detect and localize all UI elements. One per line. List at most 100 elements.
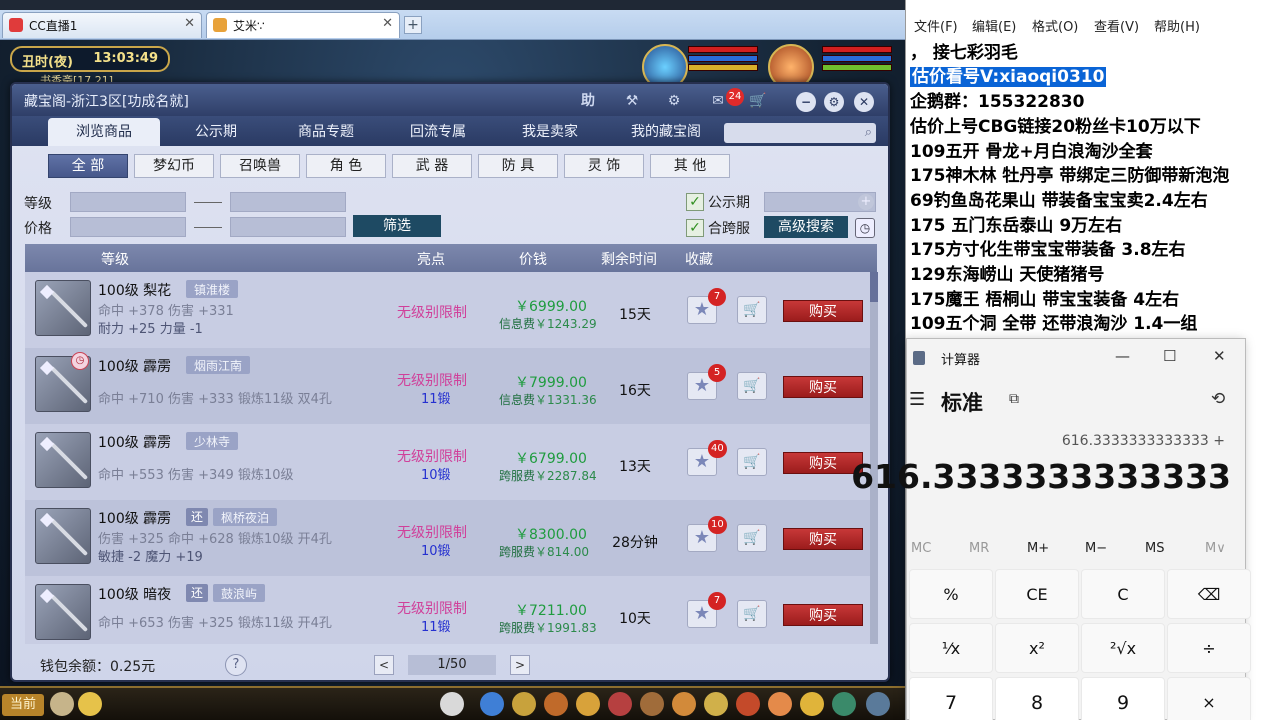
- spear-weapon-icon[interactable]: [35, 432, 91, 488]
- gongshi-checkbox[interactable]: ✓: [686, 193, 704, 211]
- computer-icon[interactable]: [866, 692, 890, 716]
- percent-key[interactable]: %: [909, 569, 993, 619]
- trade-icon[interactable]: [576, 692, 600, 716]
- table-row[interactable]: 100级 霹雳 还 枫桥夜泊 伤害 +325 命中 +628 锻炼10级 开4孔…: [25, 500, 870, 576]
- filter-button[interactable]: 筛选: [353, 215, 441, 237]
- message-icon[interactable]: ✉: [708, 91, 728, 111]
- pet-icon[interactable]: [440, 692, 464, 716]
- browser-tab-cc-live[interactable]: CC直播1 ✕: [2, 12, 202, 38]
- menu-file[interactable]: 文件(F): [914, 16, 958, 35]
- add-icon[interactable]: +: [858, 194, 874, 210]
- keep-on-top-icon[interactable]: ⧉: [1009, 391, 1019, 407]
- clear-entry-key[interactable]: CE: [995, 569, 1079, 619]
- note-line[interactable]: ， 接七彩羽毛: [910, 38, 1018, 63]
- memory-store-button[interactable]: MS: [1145, 541, 1164, 556]
- menu-view[interactable]: 查看(V): [1094, 16, 1139, 35]
- clear-key[interactable]: C: [1081, 569, 1165, 619]
- buy-button[interactable]: 购买: [783, 376, 863, 398]
- memory-add-button[interactable]: M+: [1027, 541, 1049, 556]
- close-tab-icon[interactable]: ✕: [184, 16, 195, 31]
- help-assist-button[interactable]: 助: [578, 91, 598, 111]
- prev-page-button[interactable]: <: [374, 655, 394, 675]
- table-row[interactable]: 100级 霹雳 少林寺 命中 +553 伤害 +349 锻炼10级 无级别限制 …: [25, 424, 870, 500]
- menu-format[interactable]: 格式(O): [1032, 16, 1078, 35]
- attack-icon[interactable]: [480, 692, 504, 716]
- maximize-icon[interactable]: ☐: [1163, 347, 1176, 365]
- hamburger-menu-icon[interactable]: ☰: [909, 389, 925, 410]
- note-line[interactable]: 109五个洞 全带 还带浪淘沙 1.4一组: [910, 309, 1197, 334]
- tab-return[interactable]: 回流专属: [382, 118, 494, 146]
- multiply-key[interactable]: ×: [1167, 677, 1251, 720]
- next-page-button[interactable]: >: [510, 655, 530, 675]
- category-all[interactable]: 全 部: [48, 154, 128, 178]
- buy-button[interactable]: 购买: [783, 528, 863, 550]
- memory-subtract-button[interactable]: M−: [1085, 541, 1107, 556]
- minimize-icon[interactable]: —: [1115, 347, 1130, 365]
- history-icon[interactable]: ⟲: [1211, 389, 1225, 409]
- sqrt-key[interactable]: ²√x: [1081, 623, 1165, 673]
- price-max-input[interactable]: [230, 217, 346, 237]
- menu-edit[interactable]: 编辑(E): [972, 16, 1016, 35]
- tab-my-cbg[interactable]: 我的藏宝阁: [606, 118, 726, 146]
- table-row[interactable]: ◷ 100级 霹雳 烟雨江南 命中 +710 伤害 +333 锻炼11级 双4孔…: [25, 348, 870, 424]
- options-button[interactable]: ⚙: [824, 92, 844, 112]
- browser-tab-aimi[interactable]: 艾米∵ ✕: [206, 12, 400, 38]
- close-tab-icon[interactable]: ✕: [382, 16, 393, 31]
- friend-icon[interactable]: [768, 692, 792, 716]
- add-to-cart-icon[interactable]: 🛒: [737, 524, 767, 552]
- reciprocal-key[interactable]: ¹⁄x: [909, 623, 993, 673]
- close-button[interactable]: ✕: [854, 92, 874, 112]
- category-weapon[interactable]: 武 器: [392, 154, 472, 178]
- add-to-cart-icon[interactable]: 🛒: [737, 296, 767, 324]
- digit-7-key[interactable]: 7: [909, 677, 993, 720]
- add-to-cart-icon[interactable]: 🛒: [737, 600, 767, 628]
- dance-icon[interactable]: [800, 692, 824, 716]
- gang-icon[interactable]: [704, 692, 728, 716]
- memory-recall-button[interactable]: MR: [969, 541, 989, 556]
- category-money[interactable]: 梦幻币: [134, 154, 214, 178]
- note-line[interactable]: 175神木林 牡丹亭 带绑定三防御带新泡泡: [910, 161, 1229, 186]
- price-min-input[interactable]: [70, 217, 186, 237]
- add-to-cart-icon[interactable]: 🛒: [737, 372, 767, 400]
- memory-list-button[interactable]: M∨: [1205, 541, 1226, 556]
- hammer-icon[interactable]: ⚒: [622, 91, 642, 111]
- advanced-search-button[interactable]: 高级搜索: [764, 216, 848, 238]
- level-min-input[interactable]: [70, 192, 186, 212]
- close-icon[interactable]: ✕: [1213, 347, 1226, 365]
- system-icon[interactable]: [832, 692, 856, 716]
- tab-publicity[interactable]: 公示期: [160, 118, 272, 146]
- note-line[interactable]: 企鹅群：155322830: [910, 87, 1084, 112]
- note-line[interactable]: 129东海崂山 天使猪猪号: [910, 260, 1104, 285]
- table-row[interactable]: 100级 暗夜 还 鼓浪屿 命中 +653 伤害 +325 锻炼11级 开4孔 …: [25, 576, 870, 644]
- note-line[interactable]: 估价上号CBG链接20粉丝卡10万以下: [910, 112, 1201, 137]
- memory-clear-button[interactable]: MC: [911, 541, 931, 556]
- note-line[interactable]: 69钓鱼岛花果山 带装备宝宝卖2.4左右: [910, 186, 1208, 211]
- team-icon[interactable]: [608, 692, 632, 716]
- category-pet[interactable]: 召唤兽: [220, 154, 300, 178]
- backspace-key[interactable]: ⌫: [1167, 569, 1251, 619]
- digit-9-key[interactable]: 9: [1081, 677, 1165, 720]
- item-bag-icon[interactable]: [512, 692, 536, 716]
- selected-text[interactable]: 估价看号V:xiaoqi0310: [910, 67, 1107, 87]
- search-icon[interactable]: ⌕: [865, 125, 872, 140]
- task-icon[interactable]: [672, 692, 696, 716]
- current-channel-button[interactable]: 当前: [2, 694, 44, 716]
- category-armor[interactable]: 防 具: [478, 154, 558, 178]
- microphone-icon[interactable]: [50, 692, 74, 716]
- level-max-input[interactable]: [230, 192, 346, 212]
- minimize-button[interactable]: −: [796, 92, 816, 112]
- spear-weapon-icon[interactable]: [35, 280, 91, 336]
- category-role[interactable]: 角 色: [306, 154, 386, 178]
- category-accessory[interactable]: 灵 饰: [564, 154, 644, 178]
- divide-key[interactable]: ÷: [1167, 623, 1251, 673]
- cross-server-checkbox[interactable]: ✓: [686, 219, 704, 237]
- category-other[interactable]: 其 他: [650, 154, 730, 178]
- page-indicator[interactable]: 1/50: [408, 655, 496, 675]
- quick-icon[interactable]: [736, 692, 760, 716]
- give-icon[interactable]: [544, 692, 568, 716]
- add-to-cart-icon[interactable]: 🛒: [737, 448, 767, 476]
- tab-browse[interactable]: 浏览商品: [48, 118, 160, 146]
- new-tab-button[interactable]: +: [404, 16, 422, 34]
- settings-gear-icon[interactable]: ⚙: [664, 91, 684, 111]
- note-line[interactable]: 175 五门东岳泰山 9万左右: [910, 211, 1122, 236]
